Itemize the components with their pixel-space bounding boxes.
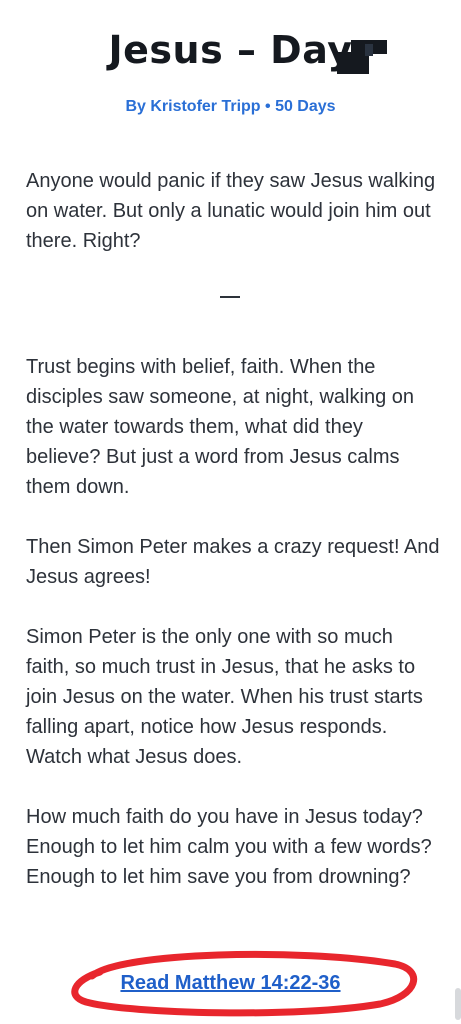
red-circle-annotation [71, 950, 418, 1017]
scrollbar[interactable] [455, 988, 461, 1020]
